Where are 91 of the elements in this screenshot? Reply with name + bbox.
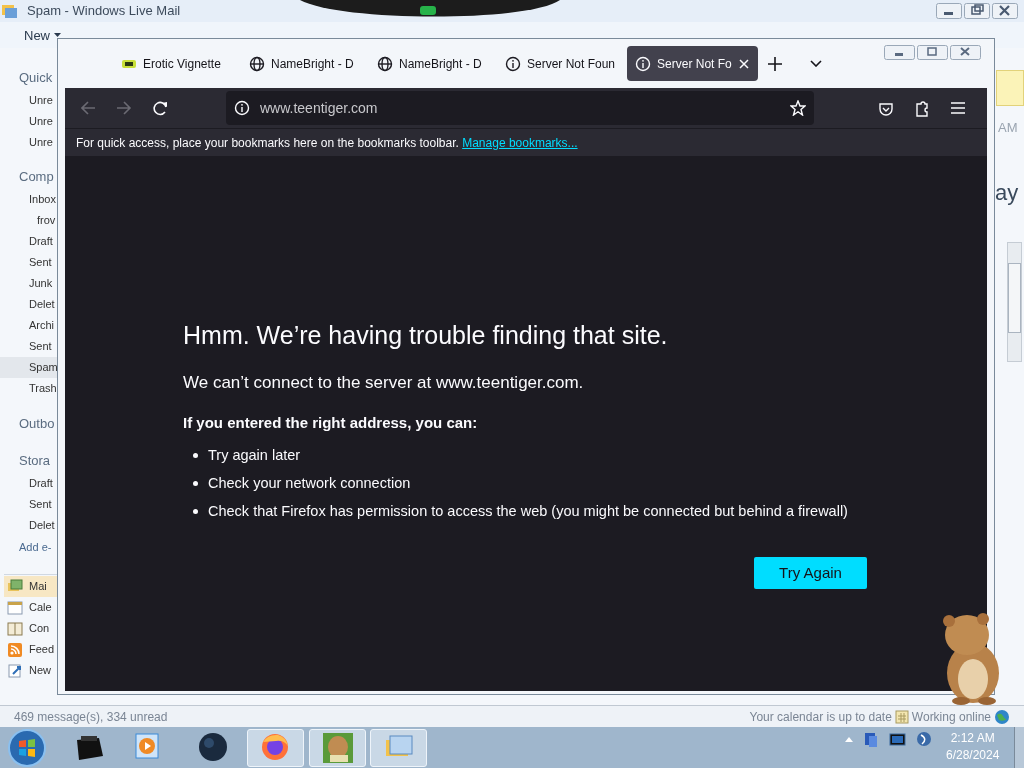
monitor-icon[interactable]: [889, 731, 906, 747]
feed-icon: [7, 641, 23, 658]
list-tabs-icon[interactable]: [809, 60, 822, 67]
nav-item[interactable]: Cale: [4, 597, 57, 618]
address-bar[interactable]: www.teentiger.com: [226, 91, 814, 125]
folder-item[interactable]: Unre: [0, 90, 57, 111]
folder-item[interactable]: Delet: [0, 294, 57, 315]
calendar-status: Your calendar is up to date: [749, 708, 892, 726]
manage-bookmarks-link[interactable]: Manage bookmarks...: [462, 135, 578, 150]
forward-icon[interactable]: [117, 101, 132, 115]
scroll-thumb[interactable]: [1008, 263, 1021, 333]
folder-item[interactable]: frov: [0, 210, 57, 231]
folder-item[interactable]: Sent: [0, 252, 57, 273]
error-subtitle: If you entered the right address, you can:: [183, 412, 479, 433]
folder-group-header[interactable]: Outbo: [0, 412, 57, 436]
status-text: 469 message(s), 334 unread: [14, 708, 168, 726]
new-tab-icon[interactable]: [767, 56, 782, 71]
minimize-button[interactable]: [884, 45, 915, 60]
folder-item[interactable]: Unre: [0, 111, 57, 132]
info-icon: [505, 55, 521, 72]
star-icon[interactable]: [790, 100, 806, 116]
minimize-button[interactable]: [936, 3, 962, 19]
hamster-app-icon: [321, 732, 354, 764]
folder-item[interactable]: Junk: [0, 273, 57, 294]
message-title: ay: [995, 179, 1019, 207]
bullet-icon: [193, 480, 198, 486]
nav-item[interactable]: New: [4, 660, 57, 681]
try-again-button[interactable]: Try Again: [754, 557, 867, 589]
bullet-icon: [193, 452, 198, 458]
clock-time: 2:12 AM: [950, 730, 995, 747]
newsgroup-icon: [7, 662, 23, 679]
folder-item[interactable]: Spam: [0, 357, 57, 378]
folder-group-header[interactable]: Comp: [0, 165, 57, 189]
browser-tab[interactable]: Server Not Fo: [627, 46, 758, 81]
reload-icon[interactable]: [153, 100, 168, 116]
speaker-icon[interactable]: [916, 731, 932, 747]
nav-item[interactable]: Con: [4, 618, 57, 639]
extensions-icon[interactable]: [914, 99, 930, 117]
folder-item[interactable]: Unre: [0, 132, 57, 153]
suggestion-text: Try again later: [208, 446, 301, 465]
globe-icon: [994, 708, 1010, 725]
window-title: Spam - Windows Live Mail: [27, 2, 181, 21]
clock-date: 6/28/2024: [946, 747, 1000, 764]
network-icon[interactable]: [863, 731, 879, 747]
note-panel: [996, 70, 1024, 106]
browser-tab[interactable]: NameBright - D: [241, 46, 365, 81]
error-title: Hmm. We’re having trouble finding that site.: [183, 320, 669, 351]
folder-group-header[interactable]: Quick: [0, 66, 57, 90]
nav-item[interactable]: Feed: [4, 639, 57, 660]
toolbar-button[interactable]: New: [24, 22, 61, 42]
folder-item[interactable]: Sent: [0, 494, 57, 515]
back-icon[interactable]: [81, 101, 96, 115]
nav-item[interactable]: Mai: [4, 576, 57, 597]
connection-status: Working online: [911, 708, 991, 726]
folder-item[interactable]: Inbox: [0, 189, 57, 210]
suggestion-text: Check your network connection: [208, 474, 411, 493]
calendar-icon: [7, 599, 23, 616]
folder-item[interactable]: Trash: [0, 378, 57, 399]
sphere-icon: [198, 732, 230, 764]
folder-item[interactable]: Draft: [0, 473, 57, 494]
globe-icon: [377, 55, 393, 72]
folder-item[interactable]: Draft: [0, 231, 57, 252]
close-button[interactable]: [992, 3, 1018, 19]
browser-tab[interactable]: Server Not Foun: [497, 46, 624, 81]
suggestion-text: Check that Firefox has permission to access the web (you might be connected but behind a firewall): [208, 502, 848, 521]
add-account-link[interactable]: Add e-: [0, 537, 57, 558]
menu-icon[interactable]: [950, 101, 966, 115]
calendar-icon: [894, 709, 909, 724]
folder-item[interactable]: Sent: [0, 336, 57, 357]
close-button[interactable]: [950, 45, 981, 60]
mail-app-icon: [1, 3, 17, 19]
error-message: We can’t connect to the server at www.teentiger.com.: [183, 372, 585, 394]
browser-tab[interactable]: NameBright - D: [369, 46, 493, 81]
pocket-icon[interactable]: [878, 100, 894, 116]
restore-button[interactable]: [964, 3, 990, 19]
close-icon[interactable]: [737, 57, 750, 70]
time-text: AM: [998, 119, 1018, 137]
info-icon: [635, 55, 652, 72]
folder-item[interactable]: Delet: [0, 515, 57, 536]
bookmarks-hint: For quick access, place your bookmarks here on the bookmarks toolbar. Manage bookmarks...: [76, 134, 578, 152]
start-button[interactable]: [8, 728, 46, 767]
folder-item[interactable]: Archi: [0, 315, 57, 336]
folder-group-header[interactable]: Stora: [0, 449, 57, 473]
globe-icon: [249, 55, 265, 72]
bullet-icon: [193, 508, 198, 514]
info-icon[interactable]: [234, 100, 250, 116]
scrollbar[interactable]: [1007, 242, 1022, 362]
taskbar-app[interactable]: [247, 729, 304, 767]
browser-tab[interactable]: Erotic Vignette: [113, 46, 237, 81]
contacts-icon: [7, 620, 23, 637]
maximize-button[interactable]: [917, 45, 948, 60]
